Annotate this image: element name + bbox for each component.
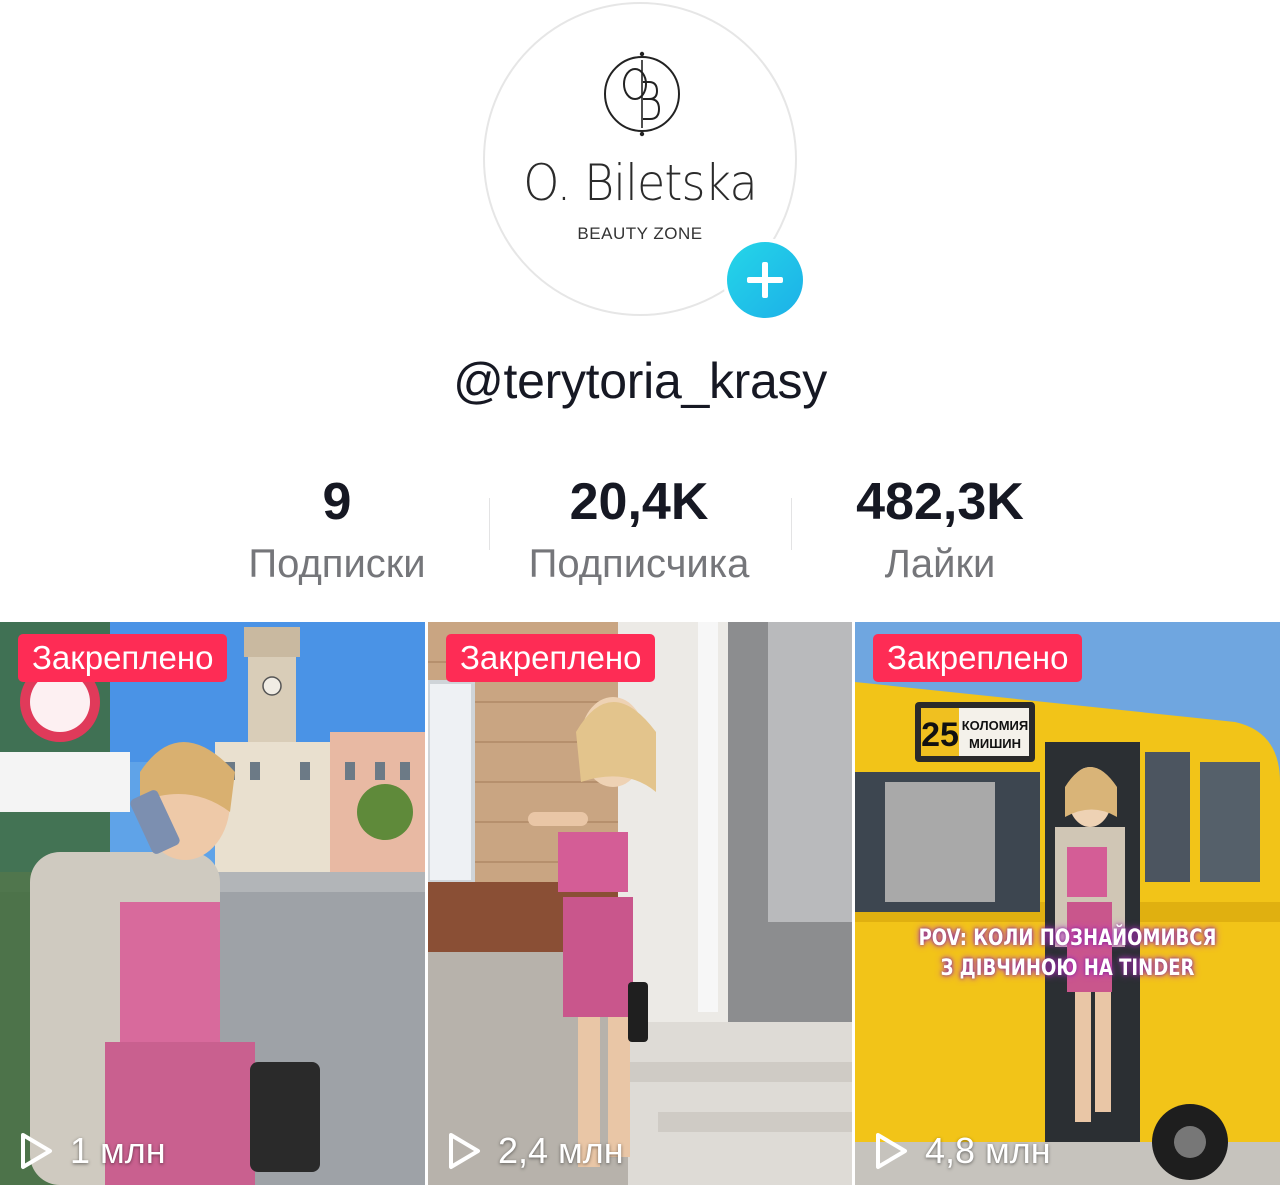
view-count: 1 млн	[18, 1130, 166, 1171]
video-thumbnail	[428, 622, 852, 1185]
stat-likes: 482,3K Лайки	[790, 470, 1090, 592]
stat-followers-label: Подписчика	[528, 542, 750, 586]
stat-following-label: Подписки	[248, 542, 426, 586]
play-outline-icon	[876, 1133, 907, 1169]
pinned-badge: Закреплено	[873, 634, 1083, 682]
stat-likes-count: 482,3K	[856, 473, 1024, 531]
bus-route-line2: МИШИН	[969, 736, 1021, 751]
bus-route-number: 25	[921, 716, 959, 754]
view-count-text: 2,4 млн	[498, 1130, 624, 1171]
play-outline-icon	[21, 1133, 52, 1169]
video-tile[interactable]: Закреплено 1 млн	[0, 622, 425, 1185]
logo-name: O. Biletska	[523, 154, 757, 212]
view-count-text: 1 млн	[70, 1130, 166, 1171]
stat-divider	[791, 498, 792, 550]
username: @terytoria_krasy	[453, 353, 827, 409]
pinned-badge: Закреплено	[446, 634, 656, 682]
pinned-badge: Закреплено	[18, 634, 228, 682]
stat-divider	[489, 498, 490, 550]
video-tile[interactable]: Закреплено 2,4 млн	[428, 622, 852, 1185]
view-count: 4,8 млн	[873, 1130, 1051, 1171]
stat-following[interactable]: 9 Подписки	[187, 470, 487, 592]
profile-avatar-area: O. Biletska BEAUTY ZONE	[483, 2, 807, 322]
view-count: 2,4 млн	[446, 1130, 624, 1171]
stat-followers-count: 20,4K	[569, 473, 709, 531]
follow-button[interactable]	[723, 238, 807, 322]
video-overlay-text-line2: З ДІВЧИНОЮ НА TINDER	[940, 956, 1195, 981]
stat-likes-label: Лайки	[884, 542, 996, 586]
video-thumbnail	[0, 622, 425, 1185]
view-count-text: 4,8 млн	[925, 1130, 1051, 1171]
video-thumbnail: 25 КОЛОМИЯ МИШИН	[855, 622, 1280, 1185]
video-overlay-text-line1: POV: КОЛИ ПОЗНАЙОМИВСЯ	[918, 926, 1217, 951]
stat-followers[interactable]: 20,4K Подписчика	[489, 470, 789, 592]
profile-stats: 9 Подписки 20,4K Подписчика 482,3K Лайки	[0, 470, 1280, 600]
stat-following-count: 9	[322, 473, 352, 531]
video-grid: Закреплено 1 млн Закреплено 2,4 млн 25 К…	[0, 622, 1280, 1185]
play-outline-icon	[449, 1133, 480, 1169]
bus-route-line1: КОЛОМИЯ	[962, 718, 1028, 733]
video-tile[interactable]: 25 КОЛОМИЯ МИШИН POV: КОЛИ ПОЗНАЙОМИВСЯ …	[855, 622, 1280, 1185]
plus-icon	[747, 262, 783, 298]
